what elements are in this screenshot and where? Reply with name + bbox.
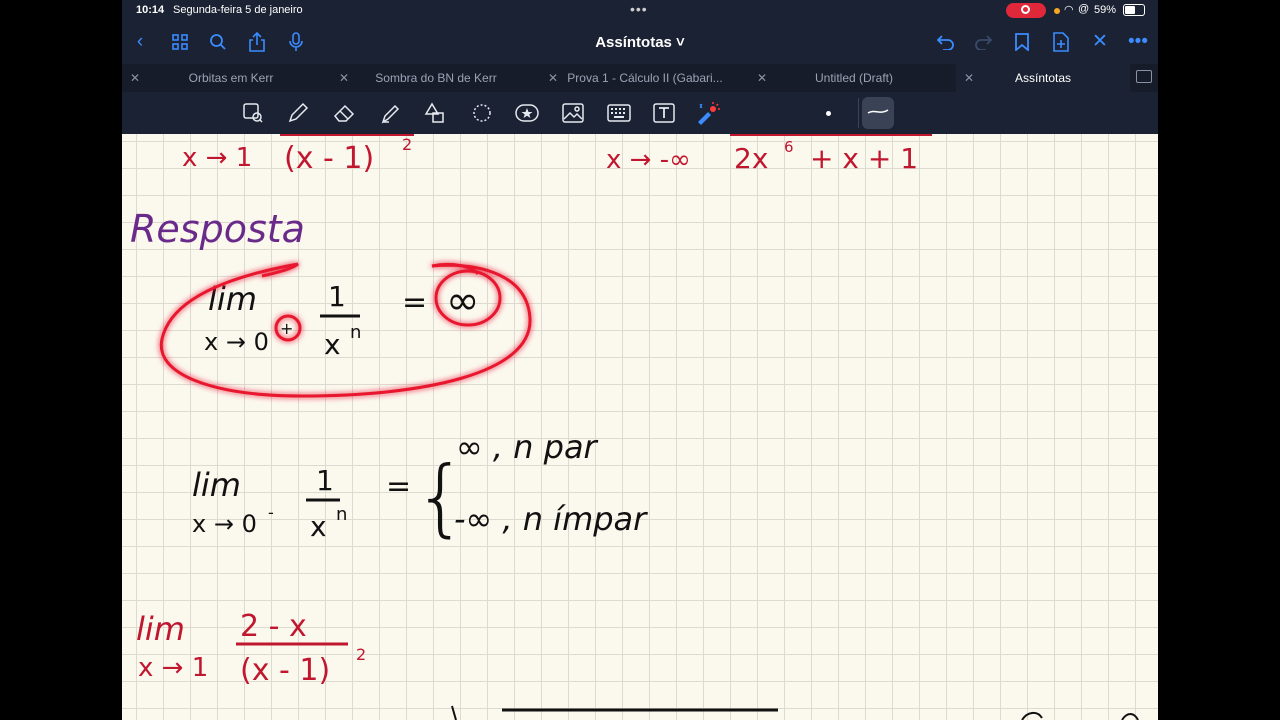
nav-bar: ‹ Assíntotas ˅ ✕ •••	[122, 22, 1158, 64]
ink-stroke	[1021, 712, 1139, 720]
limit-subscript: x → 0	[204, 328, 269, 356]
status-date: Segunda-feira 5 de janeiro	[173, 4, 303, 16]
denominator: (x - 1)	[284, 141, 374, 176]
case-odd: -∞ , n ímpar	[454, 500, 648, 538]
lasso-icon[interactable]	[469, 100, 495, 126]
tab-assintotas[interactable]: ✕ Assíntotas	[956, 64, 1130, 92]
text-box-icon[interactable]	[651, 100, 677, 126]
more-icon[interactable]: •••	[1126, 30, 1150, 54]
pen-icon[interactable]	[285, 100, 311, 126]
result-infinity: ∞	[446, 278, 479, 324]
answer-heading: Resposta	[130, 207, 305, 251]
equals-sign: =	[386, 469, 411, 504]
app-chrome: 10:14 Segunda-feira 5 de janeiro ••• ◠ @…	[122, 0, 1158, 134]
exponent-n: n	[350, 322, 361, 343]
drawing-toolbar	[122, 92, 1158, 134]
battery-icon	[1123, 4, 1145, 16]
exponent: 2	[402, 135, 412, 154]
denominator-rest: + x + 1	[810, 142, 918, 175]
exponent-n: n	[336, 504, 347, 525]
keyboard-icon[interactable]	[606, 100, 632, 126]
tab-label: Sombra do BN de Kerr	[375, 71, 497, 85]
shapes-icon[interactable]	[422, 100, 448, 126]
wifi-icon: ◠	[1064, 4, 1074, 16]
battery-percent: 59%	[1094, 4, 1117, 16]
tab-bar: ✕ Orbitas em Kerr ✕ Sombra do BN de Kerr…	[122, 64, 1158, 92]
close-icon[interactable]: ✕	[1088, 30, 1112, 54]
stroke-size-small-icon[interactable]	[826, 111, 831, 116]
numerator: 1	[328, 280, 346, 313]
ink-stroke	[451, 705, 457, 720]
handwritten-notes: x → 1 (x - 1) 2 x → -∞ 2x 6 + x + 1 Resp…	[130, 134, 1139, 720]
notebook-page[interactable]: x → 1 (x - 1) 2 x → -∞ 2x 6 + x + 1 Resp…	[122, 134, 1158, 720]
split-view-icon[interactable]	[1136, 70, 1152, 83]
limit-sign: +	[280, 319, 293, 338]
document-title[interactable]: Assíntotas ˅	[122, 34, 1158, 51]
tab-prova-1[interactable]: ✕ Prova 1 - Cálculo II (Gabari...	[540, 64, 750, 92]
laser-pointer-icon[interactable]	[694, 100, 720, 126]
denominator-x: x	[324, 328, 341, 361]
stroke-style-button[interactable]	[862, 97, 894, 129]
multitasking-dots-icon[interactable]: •••	[630, 1, 648, 17]
ipad-screen: 10:14 Segunda-feira 5 de janeiro ••• ◠ @…	[122, 0, 1158, 720]
tab-label: Untitled (Draft)	[814, 71, 894, 85]
eraser-icon[interactable]	[331, 100, 357, 126]
tab-orbitas-em-kerr[interactable]: ✕ Orbitas em Kerr	[122, 64, 340, 92]
add-page-icon[interactable]	[1049, 30, 1073, 54]
image-icon[interactable]	[560, 100, 586, 126]
limit-subscript: x → 1	[138, 653, 208, 683]
status-time: 10:14	[136, 4, 165, 16]
toolbar-divider	[858, 98, 859, 128]
tab-label: Prova 1 - Cálculo II (Gabari...	[567, 71, 723, 85]
lim-label: lim	[192, 466, 241, 504]
denominator: (x - 1)	[240, 653, 330, 688]
lock-rotation-icon: @	[1078, 3, 1090, 15]
bookmark-icon[interactable]	[1010, 30, 1034, 54]
lim-label: lim	[136, 610, 185, 648]
mic-indicator-icon	[1054, 8, 1060, 14]
denominator: 2x	[734, 142, 768, 175]
numerator: 1	[316, 464, 334, 497]
status-bar: 10:14 Segunda-feira 5 de janeiro ••• ◠ @…	[122, 0, 1158, 22]
limit-sign: -	[268, 503, 274, 522]
exponent: 2	[356, 645, 366, 664]
redo-icon[interactable]	[972, 30, 996, 54]
undo-icon[interactable]	[933, 30, 957, 54]
zoom-window-icon[interactable]	[240, 100, 266, 126]
equals-sign: =	[402, 285, 427, 320]
highlighter-icon[interactable]	[377, 100, 403, 126]
exponent: 6	[784, 138, 794, 156]
tab-label: Assíntotas	[1014, 71, 1072, 85]
screen-recording-icon[interactable]	[1006, 3, 1046, 18]
limit-subscript: x → 0	[192, 510, 257, 538]
case-even: ∞ , n par	[456, 428, 599, 466]
denominator-x: x	[310, 510, 327, 543]
numerator: 2 - x	[240, 609, 307, 644]
tab-untitled-draft[interactable]: ✕ Untitled (Draft)	[749, 64, 959, 92]
limit-subscript: x → -∞	[606, 145, 691, 175]
tab-label: Orbitas em Kerr	[188, 71, 274, 85]
tab-sombra-do-bn-de-kerr[interactable]: ✕ Sombra do BN de Kerr	[331, 64, 541, 92]
limit-subscript: x → 1	[182, 143, 252, 173]
stickers-icon[interactable]	[514, 100, 540, 126]
